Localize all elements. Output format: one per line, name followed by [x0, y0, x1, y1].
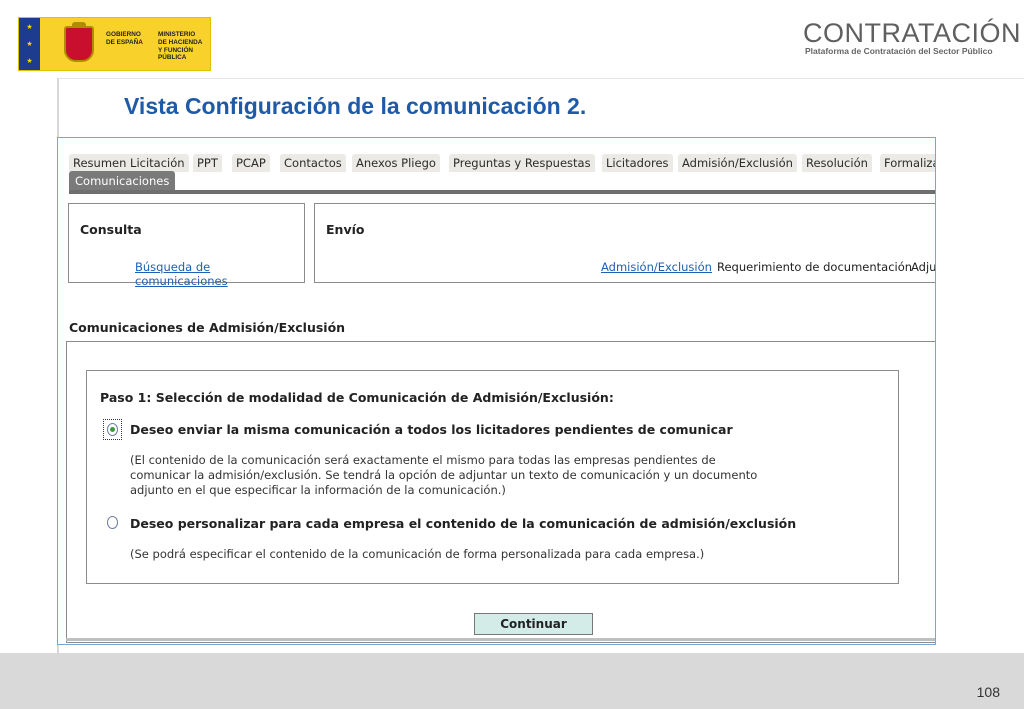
paso1-title: Paso 1: Selección de modalidad de Comuni…: [100, 390, 614, 405]
panel-shadow: [66, 638, 935, 641]
tab-bar-divider: [69, 190, 935, 194]
tab-contactos[interactable]: Contactos: [280, 154, 346, 172]
eu-flag-icon: ★ ★ ★: [19, 18, 40, 70]
gov-logo-line1: GOBIERNO: [106, 31, 141, 38]
radio-misma-comunicacion[interactable]: [107, 423, 118, 436]
tab-formalizacion[interactable]: Formaliza: [880, 154, 935, 172]
contratacion-wordmark: CONTRATACIÓN: [803, 18, 1021, 48]
radio-personalizar[interactable]: [107, 516, 118, 529]
gov-logo-line3: MINISTERIO: [158, 31, 196, 38]
app-screenshot: Resumen Licitación PPT PCAP Contactos An…: [57, 137, 936, 645]
option1-desc-line3: adjunto en el que especificar la informa…: [130, 483, 506, 497]
tab-anexos-pliego[interactable]: Anexos Pliego: [352, 154, 440, 172]
option1-desc-line2: comunicar la admisión/exclusión. Se tend…: [130, 468, 758, 482]
tab-preguntas-respuestas[interactable]: Preguntas y Respuestas: [449, 154, 595, 172]
option1-desc-line1: (El contenido de la comunicación será ex…: [130, 453, 716, 467]
option-personalizar-label[interactable]: Deseo personalizar para cada empresa el …: [130, 516, 796, 531]
tab-ppt[interactable]: PPT: [193, 154, 222, 172]
header-divider: [57, 78, 1024, 79]
gov-logo-line4: DE HACIENDA: [158, 39, 203, 46]
option-misma-comunicacion-label[interactable]: Deseo enviar la misma comunicación a tod…: [130, 422, 733, 437]
tab-comunicaciones[interactable]: Comunicaciones: [69, 171, 176, 191]
requerimiento-documentacion-link[interactable]: Requerimiento de documentación: [717, 260, 912, 274]
envio-title: Envío: [326, 222, 365, 237]
option2-desc-line1: (Se podrá especificar el contenido de la…: [130, 547, 705, 561]
tab-licitadores[interactable]: Licitadores: [602, 154, 673, 172]
footer-bar: [0, 653, 1024, 709]
consulta-box: Consulta Búsqueda de comunicaciones: [68, 203, 305, 288]
page-number: 108: [976, 684, 1000, 700]
tab-resumen-licitacion[interactable]: Resumen Licitación: [69, 154, 189, 172]
coat-of-arms-icon: [64, 22, 94, 62]
slide-title: Vista Configuración de la comunicación 2…: [124, 93, 587, 119]
tab-resolucion[interactable]: Resolución: [802, 154, 872, 172]
tab-pcap[interactable]: PCAP: [232, 154, 270, 172]
tab-admision-exclusion[interactable]: Admisión/Exclusión: [678, 154, 797, 172]
admision-exclusion-link[interactable]: Admisión/Exclusión: [601, 260, 712, 274]
contratacion-subtitle: Plataforma de Contratación del Sector Pú…: [805, 46, 993, 56]
adjudicacion-link[interactable]: Adju: [911, 260, 935, 274]
envio-box: Envío Admisión/Exclusión Requerimiento d…: [314, 203, 935, 283]
section-title: Comunicaciones de Admisión/Exclusión: [69, 320, 346, 335]
continuar-button[interactable]: Continuar: [474, 613, 593, 635]
contratacion-logo: CONTRATACIÓN Plataforma de Contratación …: [803, 18, 1021, 58]
consulta-title: Consulta: [80, 222, 142, 237]
gov-logo-line5: Y FUNCIÓN PÚBLICA: [158, 47, 194, 61]
gobierno-espana-logo: ★ ★ ★ GOBIERNO DE ESPAÑA MINISTERIO DE HAC…: [18, 17, 211, 71]
gov-logo-line2: DE ESPAÑA: [106, 39, 143, 46]
busqueda-comunicaciones-link[interactable]: Búsqueda de comunicaciones: [135, 260, 304, 288]
